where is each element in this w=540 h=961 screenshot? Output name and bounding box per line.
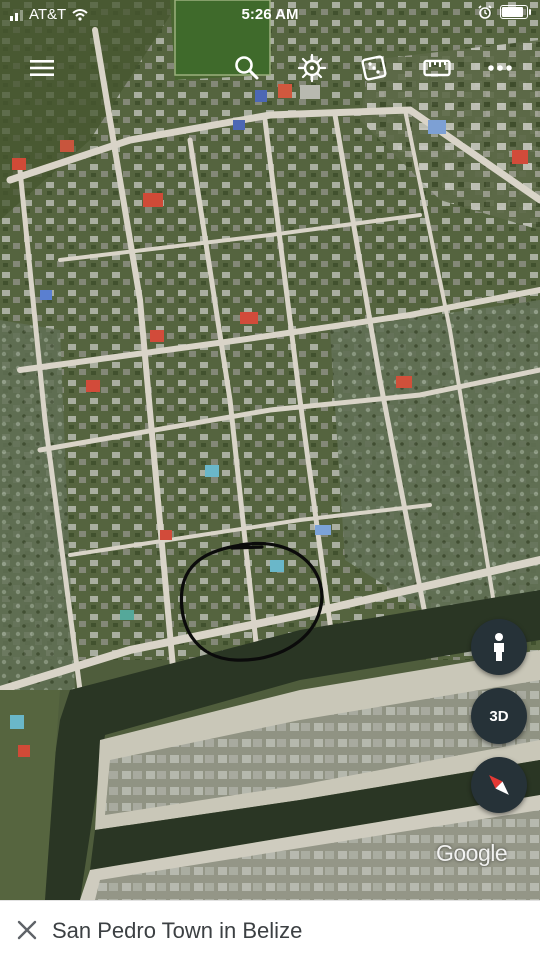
battery-icon [500, 5, 531, 19]
status-bar: AT&T 5:26 AM [0, 0, 540, 30]
alarm-icon [478, 5, 492, 19]
satellite-map[interactable] [0, 0, 540, 900]
three-d-label: 3D [489, 707, 509, 725]
feeling-lucky-icon [361, 55, 387, 81]
voyager-button[interactable] [296, 52, 328, 84]
menu-button[interactable] [26, 52, 58, 84]
more-icon [488, 65, 512, 71]
compass-button[interactable] [471, 757, 527, 813]
place-title: San Pedro Town in Belize [52, 918, 303, 943]
battery-level [502, 7, 523, 17]
status-time: 5:26 AM [241, 6, 299, 23]
search-button[interactable] [231, 52, 263, 84]
compass-icon [489, 775, 509, 795]
voyager-icon [298, 54, 326, 82]
feeling-lucky-button[interactable] [358, 52, 390, 84]
status-right [478, 5, 531, 19]
three-d-button[interactable]: 3D [471, 688, 527, 744]
more-options-button[interactable] [484, 52, 516, 84]
measure-button[interactable] [421, 52, 453, 84]
map-toolbar [0, 52, 540, 84]
pegman-icon [494, 633, 504, 661]
menu-icon [30, 60, 54, 76]
google-attribution: Google [436, 840, 508, 866]
search-icon [235, 56, 259, 80]
place-card: San Pedro Town in Belize [0, 900, 540, 961]
close-icon [17, 920, 37, 940]
street-view-button[interactable] [471, 619, 527, 675]
close-button[interactable] [14, 917, 40, 943]
measure-icon [423, 59, 451, 77]
